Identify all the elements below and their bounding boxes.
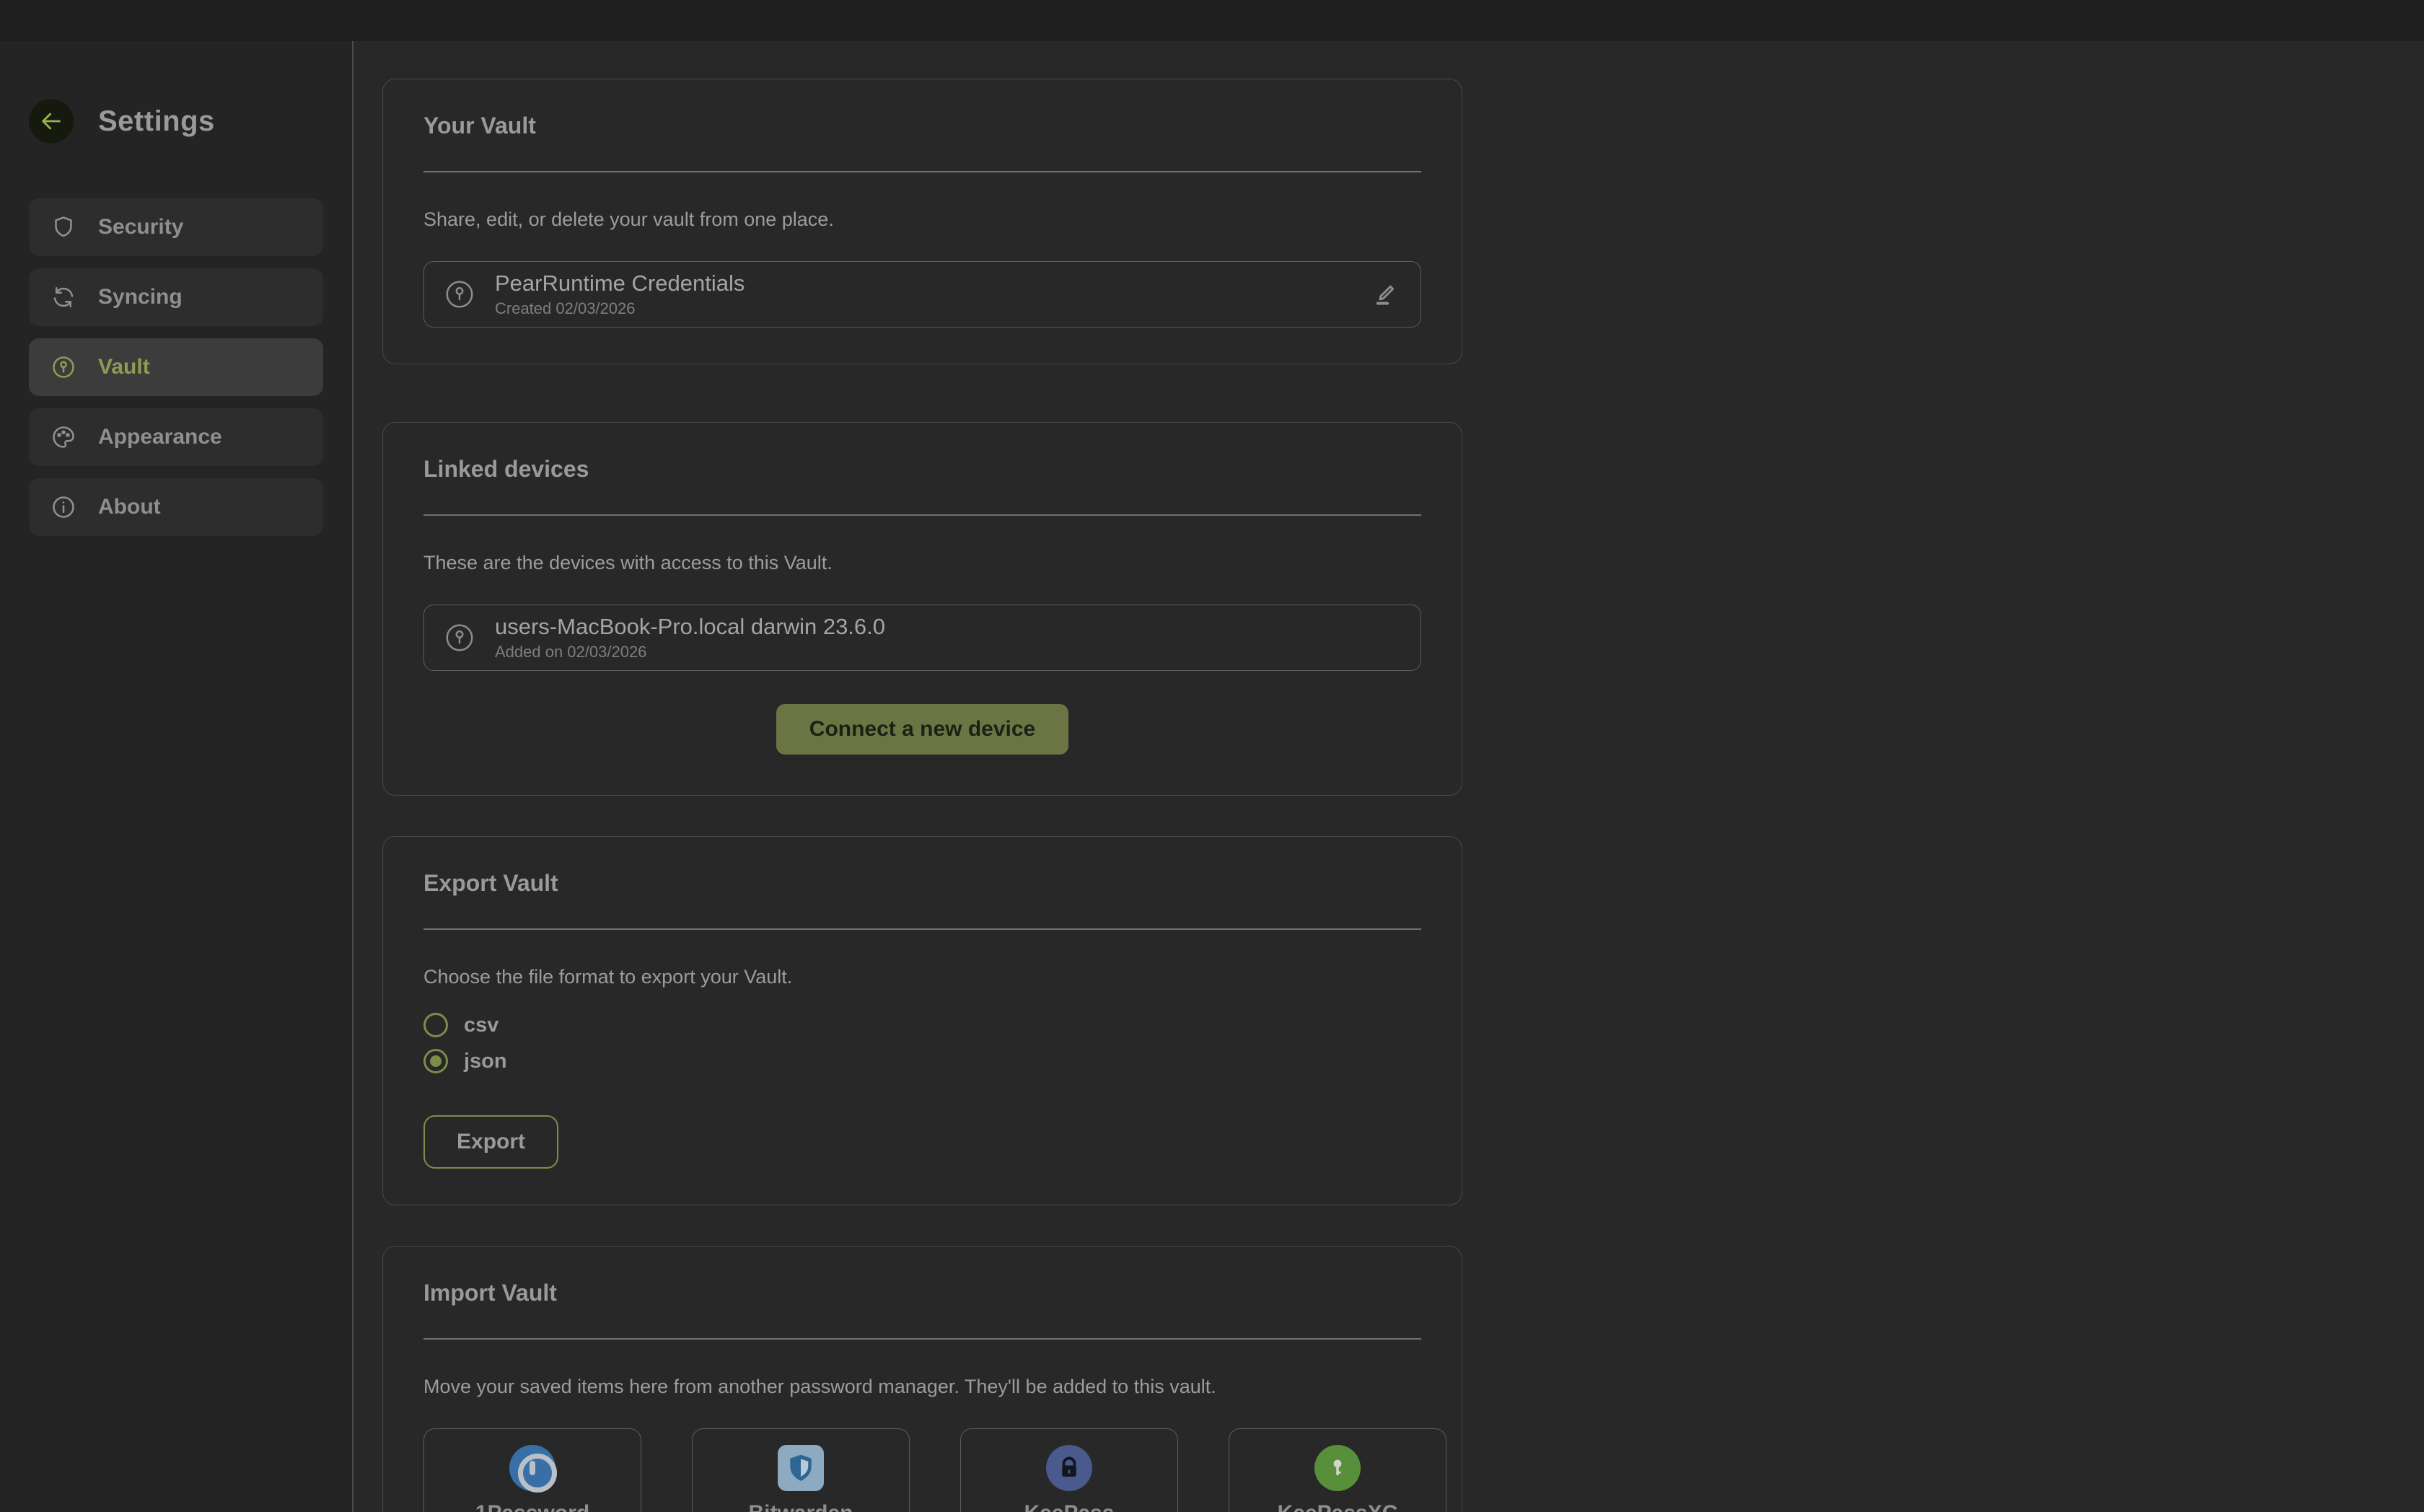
info-icon [50,494,76,520]
provider-name: Bitwarden [748,1501,853,1512]
import-provider-1password[interactable]: 1Password .csv [423,1428,641,1512]
import-vault-description: Move your saved items here from another … [423,1376,1421,1398]
sidebar-item-label: Vault [98,355,150,379]
bitwarden-icon [778,1445,824,1491]
vault-created-date: Created 02/03/2026 [495,299,745,318]
device-row: users-MacBook-Pro.local darwin 23.6.0 Ad… [423,605,1421,671]
shield-icon [50,214,76,240]
window-titlebar [0,0,2424,41]
divider [423,928,1421,930]
settings-main-content: Your Vault Share, edit, or delete your v… [355,41,2424,1512]
connect-new-device-button[interactable]: Connect a new device [776,704,1068,755]
radio-json-label: json [464,1050,507,1073]
provider-name: 1Password [475,1501,589,1512]
import-provider-keepassxc[interactable]: KeePassXC .csv, .xml [1229,1428,1446,1512]
pencil-edit-icon [1370,280,1399,309]
import-provider-keepass[interactable]: KeePass .kdbx, .csv, .xml [960,1428,1178,1512]
vault-item-row: PearRuntime Credentials Created 02/03/20… [423,261,1421,328]
divider [423,514,1421,516]
import-vault-title: Import Vault [423,1280,1421,1306]
sidebar-item-appearance[interactable]: Appearance [29,408,323,466]
vault-name: PearRuntime Credentials [495,271,745,296]
sync-icon [50,284,76,310]
your-vault-description: Share, edit, or delete your vault from o… [423,208,1421,231]
export-vault-card: Export Vault Choose the file format to e… [382,836,1462,1205]
export-vault-description: Choose the file format to export your Va… [423,966,1421,988]
key-circle-icon [443,621,476,654]
keepass-icon [1046,1445,1092,1491]
onepassword-icon [509,1445,556,1491]
sidebar-item-label: About [98,495,161,519]
import-provider-bitwarden[interactable]: Bitwarden .json, .csv [692,1428,910,1512]
export-button[interactable]: Export [423,1115,558,1169]
palette-icon [50,424,76,450]
radio-csv[interactable] [423,1013,448,1037]
back-arrow-icon [39,109,63,133]
key-circle-icon [443,278,476,311]
sidebar-item-label: Syncing [98,285,183,309]
device-name: users-MacBook-Pro.local darwin 23.6.0 [495,614,885,640]
your-vault-card: Your Vault Share, edit, or delete your v… [382,79,1462,364]
your-vault-title: Your Vault [423,113,1421,139]
device-added-date: Added on 02/03/2026 [495,643,885,662]
settings-sidebar: Settings Security Syncing Vault [0,41,354,1512]
export-format-option-csv: csv [423,1013,1421,1037]
sidebar-item-syncing[interactable]: Syncing [29,268,323,326]
linked-devices-card: Linked devices These are the devices wit… [382,422,1462,796]
divider [423,1338,1421,1340]
sidebar-item-label: Security [98,215,183,239]
export-format-option-json: json [423,1049,1421,1073]
radio-csv-label: csv [464,1014,499,1037]
back-button[interactable] [29,99,74,144]
provider-name: KeePass [1024,1501,1114,1512]
import-vault-card: Import Vault Move your saved items here … [382,1246,1462,1512]
sidebar-title: Settings [98,105,215,138]
sidebar-item-about[interactable]: About [29,478,323,536]
provider-name: KeePassXC [1278,1501,1398,1512]
import-provider-grid: 1Password .csv Bitwarden .json, .csv Kee… [423,1428,1421,1512]
export-vault-title: Export Vault [423,870,1421,897]
keepassxc-icon [1314,1445,1361,1491]
sidebar-item-label: Appearance [98,425,222,449]
edit-vault-button[interactable] [1370,280,1399,309]
sidebar-header: Settings [29,99,323,144]
linked-devices-description: These are the devices with access to thi… [423,552,1421,574]
key-circle-icon [50,354,76,380]
linked-devices-title: Linked devices [423,456,1421,483]
sidebar-item-security[interactable]: Security [29,198,323,256]
divider [423,171,1421,172]
radio-json[interactable] [423,1049,448,1073]
sidebar-item-vault[interactable]: Vault [29,338,323,396]
